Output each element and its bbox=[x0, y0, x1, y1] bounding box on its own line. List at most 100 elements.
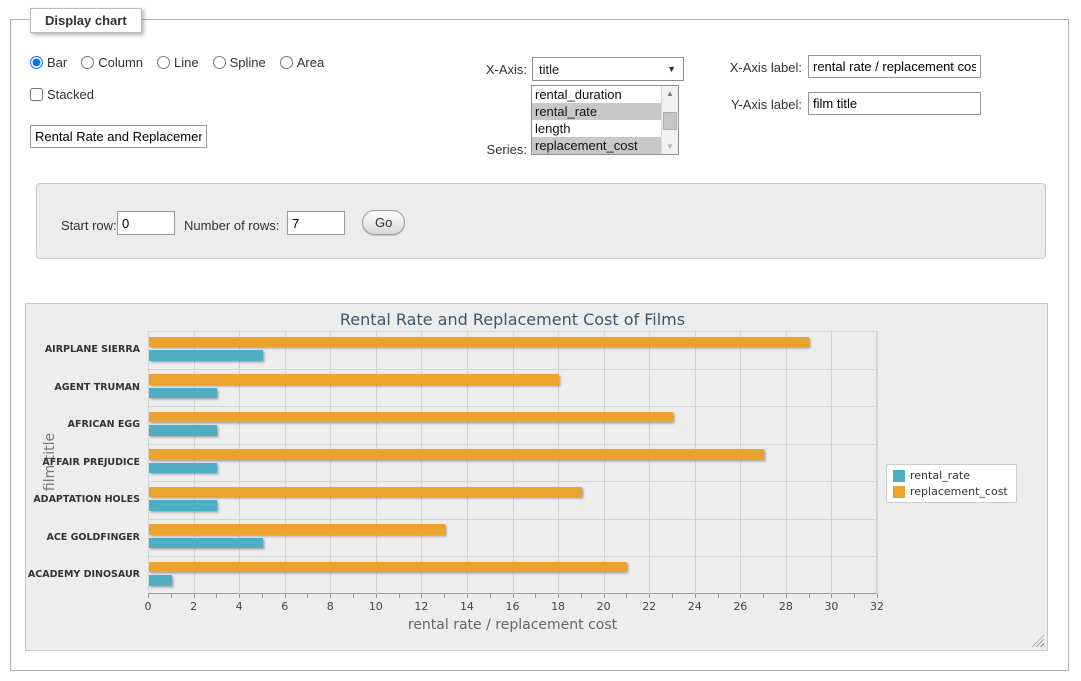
x-axis-tick-label: 32 bbox=[860, 600, 894, 613]
rental_rate-bar[interactable] bbox=[149, 463, 217, 474]
chart-type-bar[interactable]: Bar bbox=[30, 55, 67, 70]
replacement_cost-bar[interactable] bbox=[149, 449, 764, 460]
num-rows-input[interactable] bbox=[287, 211, 345, 235]
chart-type-radio-label: Line bbox=[174, 55, 199, 70]
gridline-vertical bbox=[740, 331, 741, 594]
x-axis-tick bbox=[604, 594, 605, 598]
y-axis-label-label: Y-Axis label: bbox=[712, 97, 802, 112]
category-label: ACE GOLDFINGER bbox=[26, 532, 140, 543]
category-label: AIRPLANE SIERRA bbox=[26, 344, 140, 355]
replacement_cost-bar[interactable] bbox=[149, 487, 582, 498]
dropdown-arrow-icon: ▼ bbox=[667, 64, 676, 74]
x-axis-tick bbox=[194, 594, 195, 598]
series-listbox[interactable]: rental_durationrental_ratelengthreplacem… bbox=[531, 85, 679, 155]
rental_rate-bar[interactable] bbox=[149, 388, 217, 399]
replacement_cost-bar[interactable] bbox=[149, 374, 559, 385]
replacement_cost-bar[interactable] bbox=[149, 562, 627, 573]
legend-swatch-icon bbox=[893, 470, 905, 482]
chart-type-radio-area[interactable] bbox=[280, 56, 293, 69]
gridline-horizontal bbox=[149, 481, 877, 482]
rental_rate-bar[interactable] bbox=[149, 575, 172, 586]
x-axis-tick-label: 2 bbox=[177, 600, 211, 613]
legend-swatch-icon bbox=[893, 486, 905, 498]
stacked-checkbox[interactable] bbox=[30, 88, 43, 101]
x-axis-tick bbox=[285, 594, 286, 598]
x-axis-tick bbox=[877, 594, 878, 598]
replacement_cost-bar[interactable] bbox=[149, 412, 673, 423]
legend-item-replacement_cost[interactable]: replacement_cost bbox=[893, 485, 1008, 498]
chart-type-spline[interactable]: Spline bbox=[213, 55, 266, 70]
listbox-scrollbar[interactable]: ▲ ▼ bbox=[661, 86, 678, 154]
x-axis-select-label: X-Axis: bbox=[450, 62, 527, 77]
x-axis-title: rental rate / replacement cost bbox=[148, 617, 877, 633]
chart-title-input[interactable] bbox=[30, 125, 207, 148]
fieldset-legend: Display chart bbox=[30, 8, 142, 33]
gridline-vertical bbox=[831, 331, 832, 594]
legend-label: rental_rate bbox=[910, 469, 970, 482]
x-axis-tick bbox=[330, 594, 331, 598]
x-axis-tick bbox=[718, 594, 719, 598]
rental_rate-bar[interactable] bbox=[149, 538, 263, 549]
rental_rate-bar[interactable] bbox=[149, 425, 217, 436]
series-option-length[interactable]: length bbox=[532, 120, 661, 137]
legend-label: replacement_cost bbox=[910, 485, 1008, 498]
x-axis-label-input[interactable] bbox=[808, 55, 981, 78]
series-option-rental_duration[interactable]: rental_duration bbox=[532, 86, 661, 103]
scrollbar-thumb[interactable] bbox=[663, 112, 677, 130]
scroll-down-icon[interactable]: ▼ bbox=[662, 139, 678, 154]
scroll-up-icon[interactable]: ▲ bbox=[662, 86, 678, 101]
replacement_cost-bar[interactable] bbox=[149, 337, 809, 348]
series-option-rental_rate[interactable]: rental_rate bbox=[532, 103, 661, 120]
x-axis-tick bbox=[171, 594, 172, 598]
gridline-horizontal bbox=[149, 369, 877, 370]
x-axis-tick bbox=[239, 594, 240, 598]
x-axis-selected-value: title bbox=[539, 62, 559, 77]
rental_rate-bar[interactable] bbox=[149, 500, 217, 511]
start-row-input[interactable] bbox=[117, 211, 175, 235]
x-axis-tick-label: 28 bbox=[769, 600, 803, 613]
chart-type-radio-column[interactable] bbox=[81, 56, 94, 69]
chart-type-column[interactable]: Column bbox=[81, 55, 143, 70]
gridline-vertical bbox=[330, 331, 331, 594]
x-axis-tick-label: 16 bbox=[496, 600, 530, 613]
chart-type-radio-bar[interactable] bbox=[30, 56, 43, 69]
x-axis-tick bbox=[262, 594, 263, 598]
bar-chart: Rental Rate and Replacement Cost of Film… bbox=[25, 303, 1048, 651]
chart-type-radio-label: Column bbox=[98, 55, 143, 70]
gridline-vertical bbox=[649, 331, 650, 594]
gridline-vertical bbox=[877, 331, 878, 594]
chart-type-area[interactable]: Area bbox=[280, 55, 324, 70]
y-axis-label-input[interactable] bbox=[808, 92, 981, 115]
resize-grip[interactable] bbox=[1032, 635, 1044, 647]
replacement_cost-bar[interactable] bbox=[149, 524, 445, 535]
category-label: ACADEMY DINOSAUR bbox=[26, 569, 140, 580]
x-axis-tick bbox=[399, 594, 400, 598]
gridline-vertical bbox=[786, 331, 787, 594]
chart-type-line[interactable]: Line bbox=[157, 55, 199, 70]
x-axis-select[interactable]: title ▼ bbox=[532, 57, 684, 81]
series-select-label: Series: bbox=[450, 142, 527, 157]
gridline-vertical bbox=[285, 331, 286, 594]
x-axis-tick bbox=[831, 594, 832, 598]
x-axis-tick bbox=[786, 594, 787, 598]
x-axis-tick bbox=[854, 594, 855, 598]
go-button[interactable]: Go bbox=[362, 210, 405, 235]
gridline-vertical bbox=[604, 331, 605, 594]
x-axis-tick bbox=[513, 594, 514, 598]
category-label: AFRICAN EGG bbox=[26, 419, 140, 430]
scrollbar-track[interactable] bbox=[662, 101, 678, 139]
gridline-horizontal bbox=[149, 519, 877, 520]
chart-type-radio-line[interactable] bbox=[157, 56, 170, 69]
legend-item-rental_rate[interactable]: rental_rate bbox=[893, 469, 1008, 482]
gridline-vertical bbox=[513, 331, 514, 594]
chart-legend: rental_rate replacement_cost bbox=[886, 464, 1017, 503]
stacked-option[interactable]: Stacked bbox=[30, 87, 94, 102]
x-axis-tick-label: 12 bbox=[404, 600, 438, 613]
x-axis-tick-label: 26 bbox=[723, 600, 757, 613]
series-option-replacement_cost[interactable]: replacement_cost bbox=[532, 137, 661, 154]
rental_rate-bar[interactable] bbox=[149, 350, 263, 361]
chart-type-group: Bar Column Line Spline Area bbox=[30, 55, 324, 70]
chart-type-radio-spline[interactable] bbox=[213, 56, 226, 69]
x-axis-tick-label: 0 bbox=[131, 600, 165, 613]
x-axis-tick-label: 20 bbox=[587, 600, 621, 613]
